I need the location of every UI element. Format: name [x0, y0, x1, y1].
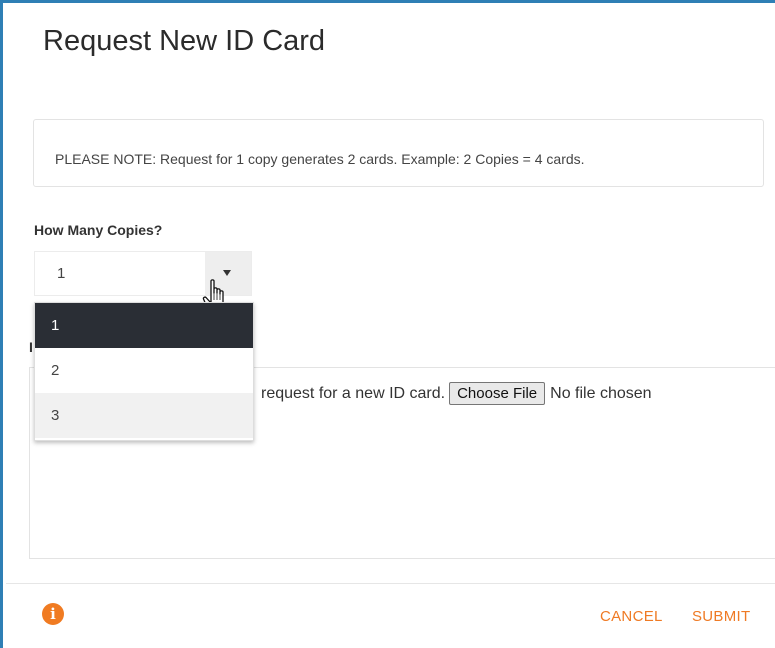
- copies-dropdown-menu: 1 2 3: [34, 302, 254, 441]
- footer-divider: [6, 583, 775, 584]
- submit-button[interactable]: SUBMIT: [692, 608, 750, 625]
- dialog-title: Request New ID Card: [43, 25, 326, 57]
- copies-option-2[interactable]: 2: [35, 348, 253, 393]
- note-box: PLEASE NOTE: Request for 1 copy generate…: [33, 119, 764, 187]
- copies-label: How Many Copies?: [34, 222, 163, 238]
- copies-option-1[interactable]: 1: [35, 303, 253, 348]
- upload-line: request for a new ID card. Choose File N…: [261, 382, 652, 405]
- copies-option-3[interactable]: 3: [35, 393, 253, 438]
- upload-label: I: [29, 339, 33, 355]
- caret-down-icon: [223, 270, 231, 276]
- file-status: No file chosen: [550, 384, 652, 402]
- note-text: PLEASE NOTE: Request for 1 copy generate…: [55, 151, 585, 167]
- choose-file-button[interactable]: Choose File: [449, 382, 546, 405]
- upload-instruction: request for a new ID card.: [261, 384, 446, 402]
- cancel-button[interactable]: CANCEL: [600, 608, 663, 625]
- dialog: Request New ID Card PLEASE NOTE: Request…: [0, 0, 775, 648]
- copies-select-value: 1: [57, 265, 66, 282]
- info-icon[interactable]: i: [42, 603, 64, 625]
